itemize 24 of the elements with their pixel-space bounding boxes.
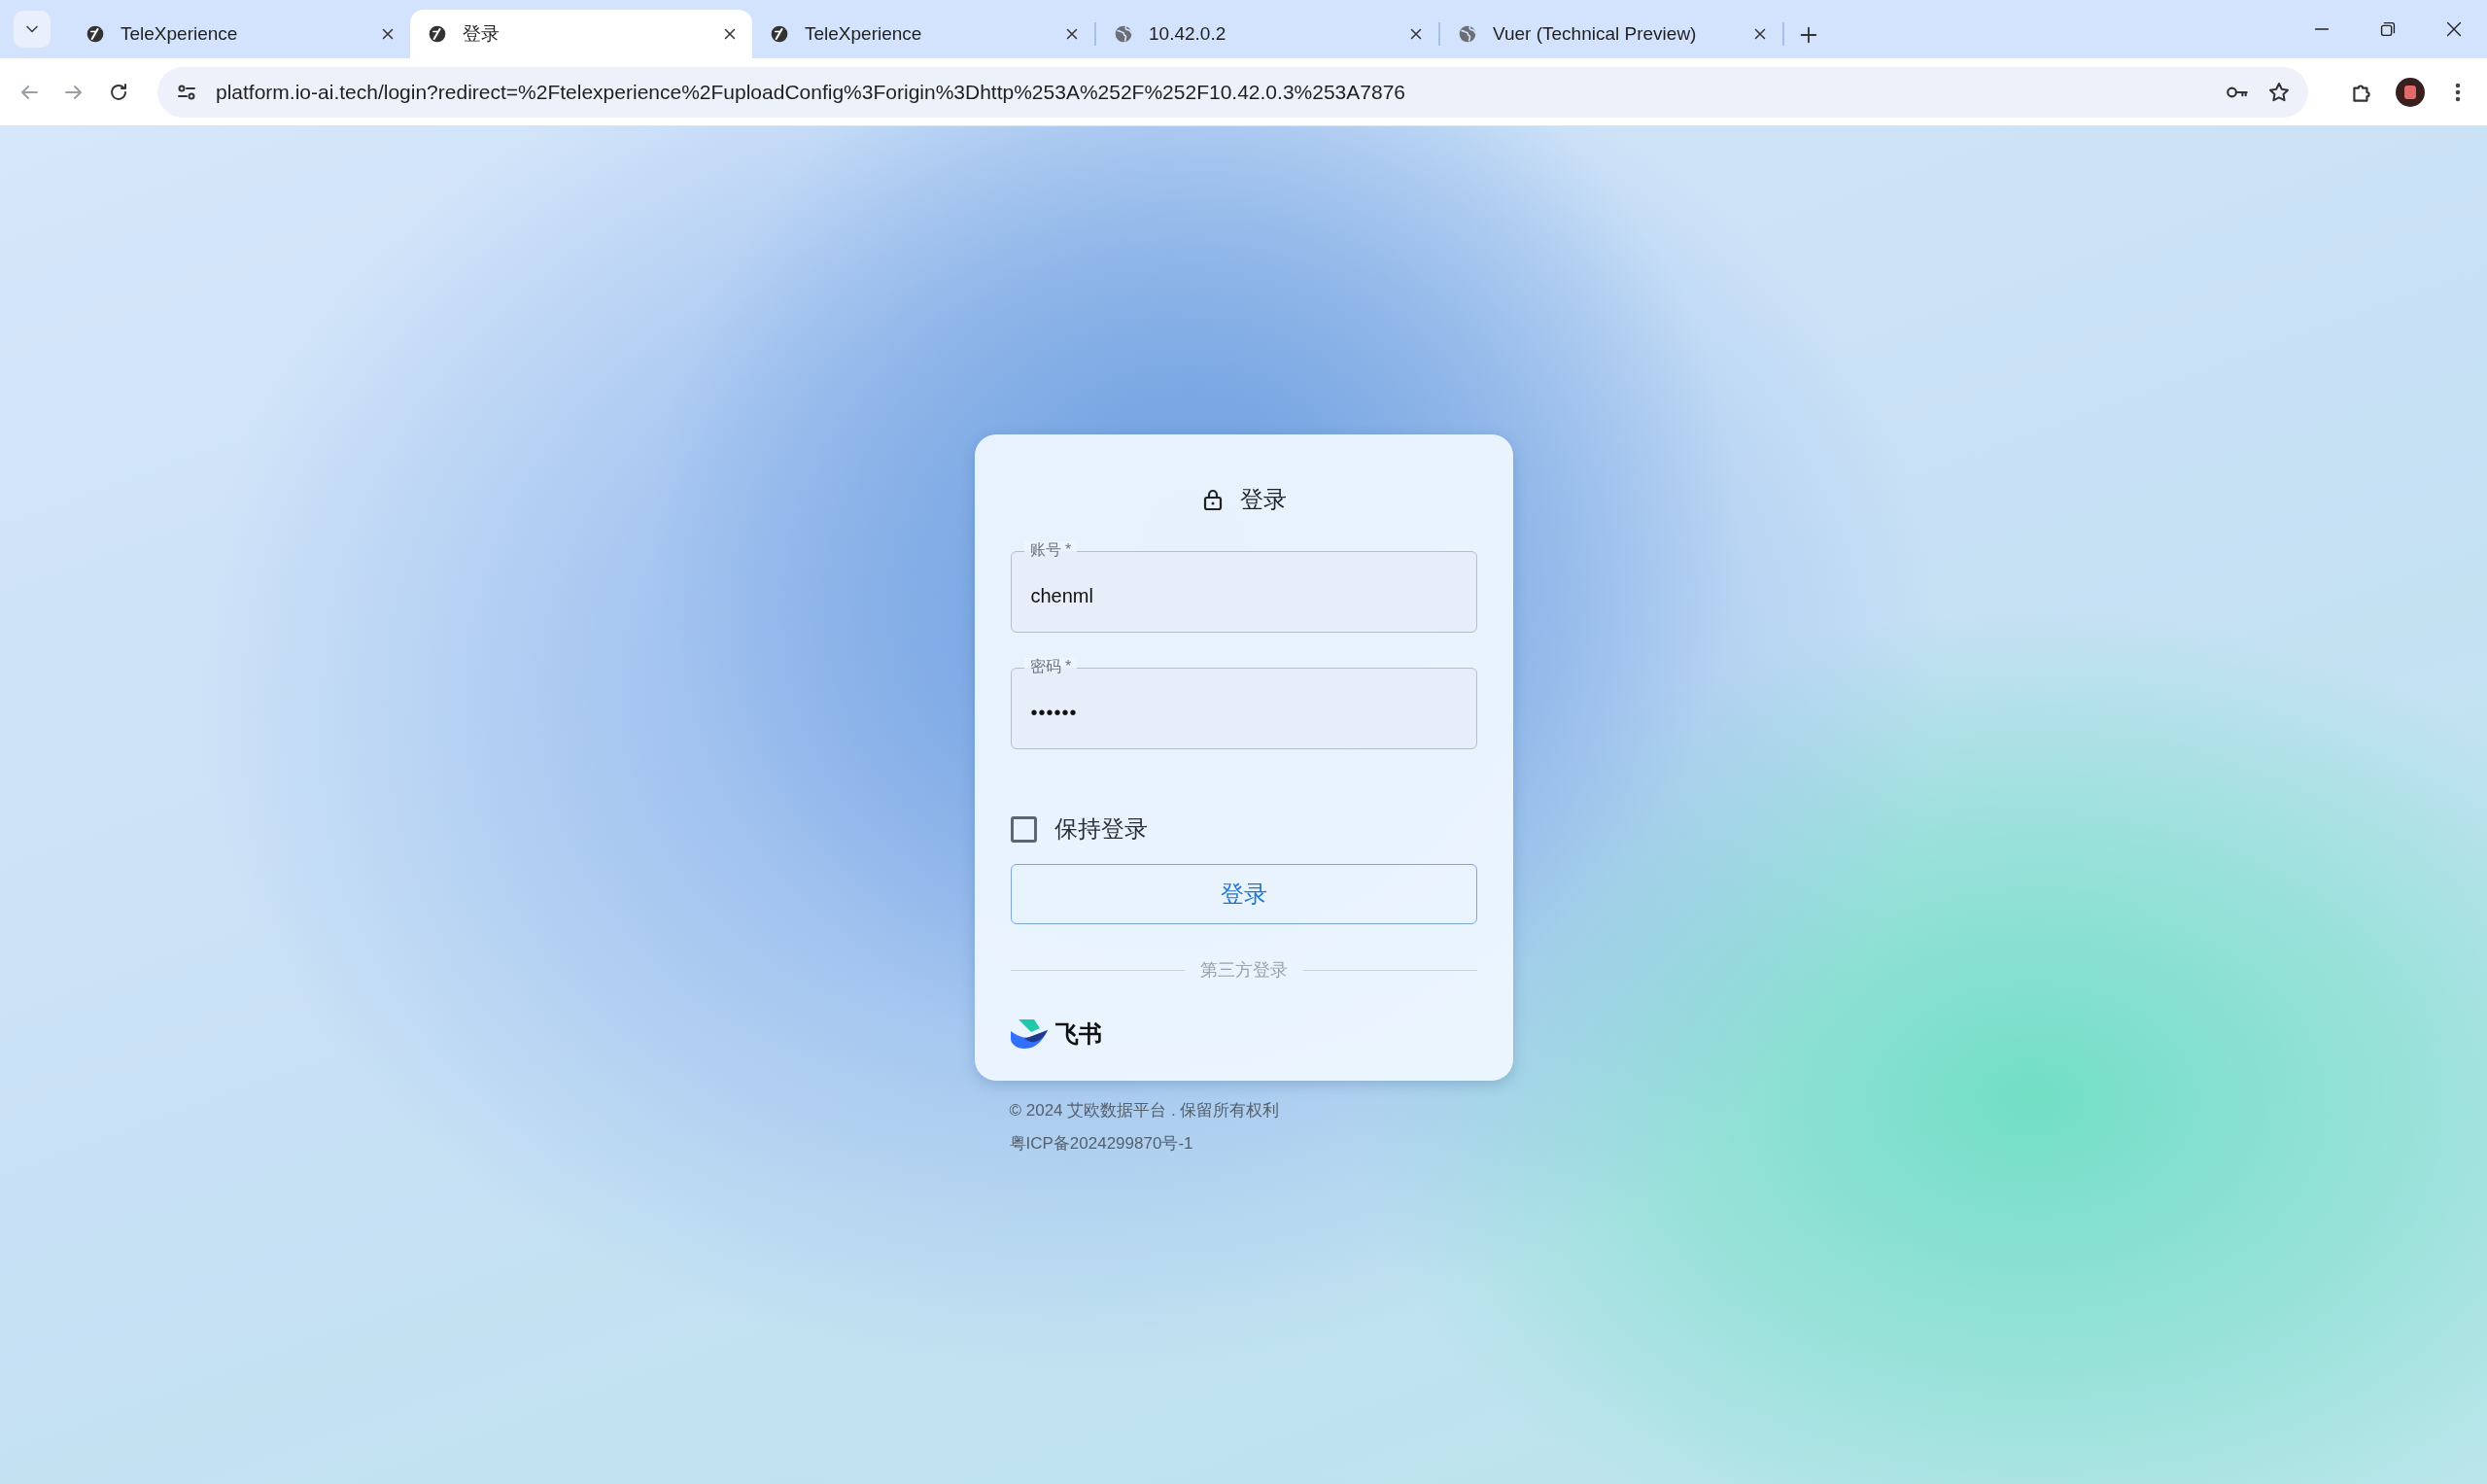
footer-text: 粤ICP备2024299870号-1 bbox=[1009, 1133, 1193, 1155]
footer-text: © 2024 艾欧数据平台 . 保留所有权利 bbox=[1009, 1100, 1280, 1122]
checkbox[interactable] bbox=[1010, 815, 1037, 843]
browser-tab[interactable]: TeleXperience bbox=[68, 10, 410, 58]
browser-tab[interactable]: Vuer (Technical Preview) bbox=[1440, 10, 1782, 58]
divider-label: 第三方登录 bbox=[1199, 959, 1288, 982]
address-bar[interactable]: platform.io-ai.tech/login?redirect=%2Ftelexperience%2FuploadConfig%3Forigin%3Dhttp%253A%252F%252F10.42.0.3%253A7876 bbox=[157, 66, 2308, 118]
globe-icon bbox=[1458, 24, 1477, 44]
third-party-login-link[interactable]: 飞书 bbox=[1010, 1017, 1102, 1052]
login-title: 登录 bbox=[1239, 485, 1287, 514]
plus-icon[interactable] bbox=[1798, 24, 1819, 46]
globe-icon bbox=[1114, 24, 1133, 44]
logo-icon bbox=[770, 24, 789, 44]
url-text: platform.io-ai.tech/login?redirect=%2Ftelexperience%2FuploadConfig%3Forigin%3Dhttp%253A%252F%252F10.42.0.3%253A7876 bbox=[216, 79, 1406, 105]
star-icon[interactable] bbox=[2267, 80, 2291, 104]
browser-tab[interactable]: 登录 bbox=[410, 10, 752, 58]
logo-icon bbox=[428, 24, 447, 44]
bird-logo-icon bbox=[1010, 1019, 1048, 1049]
checkbox-label: 保持登录 bbox=[1054, 814, 1148, 844]
browser-tab[interactable]: TeleXperience bbox=[752, 10, 1094, 58]
browser-tab[interactable]: 10.42.0.2 bbox=[1096, 10, 1438, 58]
logo-icon bbox=[86, 24, 105, 44]
avatar-icon[interactable] bbox=[2396, 77, 2425, 107]
login-button[interactable]: 登录 bbox=[1010, 864, 1477, 924]
